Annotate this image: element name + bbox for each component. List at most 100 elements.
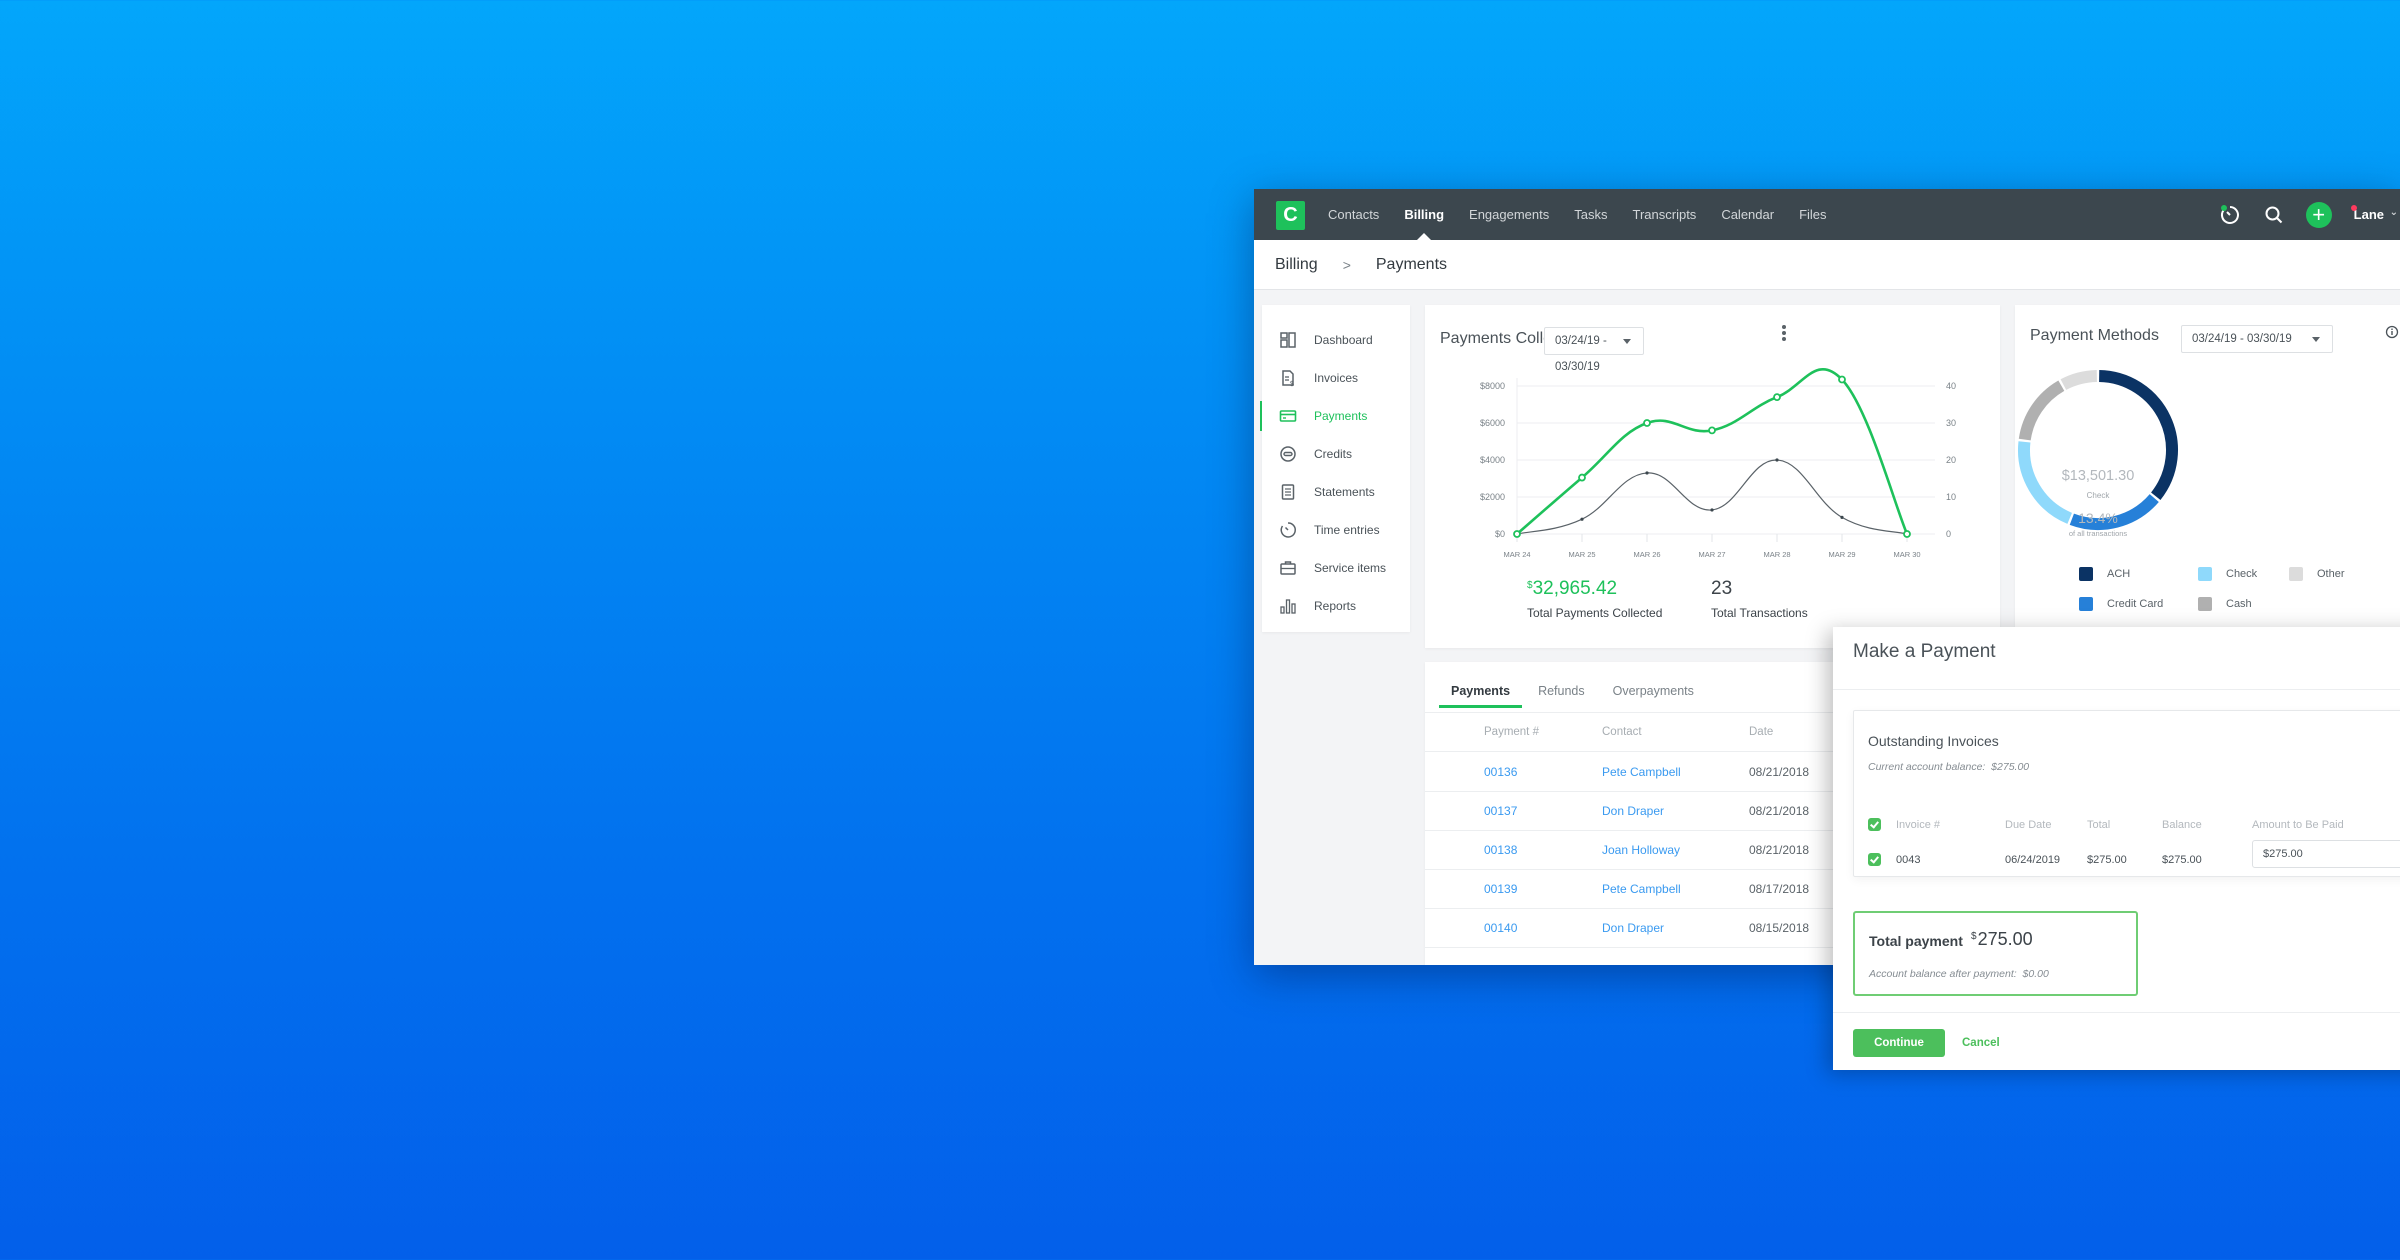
contact-link[interactable]: Pete Campbell (1602, 753, 1681, 792)
payment-date: 08/21/2018 (1749, 804, 1810, 818)
tab-refunds[interactable]: Refunds (1526, 677, 1597, 708)
select-all-checkbox[interactable] (1868, 818, 1881, 831)
contact-link[interactable]: Don Draper (1602, 792, 1664, 831)
stopwatch-icon (1280, 522, 1296, 538)
breadcrumb-billing[interactable]: Billing (1275, 256, 1318, 274)
methods-date-range-select[interactable]: 03/24/19 - 03/30/19 (2181, 325, 2333, 353)
transactions-point (1840, 515, 1844, 519)
amount-to-pay-input[interactable]: $275.00 (2252, 840, 2400, 868)
y-right-tick-label: 30 (1946, 418, 1956, 428)
caret-down-icon (1623, 339, 1631, 344)
sidebar-item-statements[interactable]: Statements (1262, 473, 1410, 511)
modal-title: Make a Payment (1853, 641, 1996, 662)
date-range-value: 03/24/19 - 03/30/19 (2192, 333, 2292, 345)
sidebar-item-reports[interactable]: Reports (1262, 587, 1410, 625)
add-button[interactable]: + (2305, 201, 2332, 228)
nav-files[interactable]: Files (1799, 189, 1826, 240)
contact-link[interactable]: Don Draper (1602, 909, 1664, 948)
table-row[interactable]: 00139 Pete Campbell 08/17/2018 (1425, 870, 1845, 909)
legend-label: Cash (2226, 598, 2252, 610)
donut-slice-other[interactable] (2060, 370, 2098, 391)
payment-methods-title: Payment Methods (2030, 327, 2159, 344)
donut-center-percent: 13.4% (2078, 510, 2118, 526)
contact-link[interactable]: Pete Campbell (1602, 870, 1681, 909)
payments-date-range-select[interactable]: 03/24/19 - 03/30/19 (1544, 327, 1644, 373)
table-row[interactable]: 00137 Don Draper 08/21/2018 (1425, 792, 1845, 831)
sidebar-item-time-entries[interactable]: Time entries (1262, 511, 1410, 549)
svg-text:$: $ (1290, 381, 1294, 387)
table-row[interactable]: 00136 Pete Campbell 08/21/2018 (1425, 753, 1845, 792)
breadcrumb-separator: > (1342, 256, 1351, 273)
col-total: Total (2087, 819, 2111, 831)
donut-slice-cash[interactable] (2018, 380, 2065, 441)
search-icon[interactable] (2262, 203, 2286, 227)
current-balance-label: Current account balance: (1868, 761, 1986, 773)
legend-credit-card: Credit Card (2079, 597, 2163, 611)
tab-payments[interactable]: Payments (1439, 677, 1523, 708)
x-tick-label: MAR 26 (1633, 550, 1660, 559)
legend-ach: ACH (2079, 567, 2130, 581)
col-invoice-number: Invoice # (1896, 819, 1941, 831)
legend-label: Check (2226, 568, 2258, 580)
payment-number-link[interactable]: 00136 (1484, 753, 1517, 792)
table-row[interactable]: 00138 Joan Holloway 08/21/2018 (1425, 831, 1845, 870)
invoice-total: $275.00 (2087, 854, 2127, 866)
legend-swatch (2079, 567, 2093, 581)
col-payment-number[interactable]: Payment # (1484, 713, 1539, 752)
sidebar-label: Payments (1314, 409, 1368, 423)
contact-link[interactable]: Joan Holloway (1602, 831, 1680, 870)
payment-methods-card: Payment Methods 03/24/19 - 03/30/19 $13,… (2015, 305, 2400, 635)
sidebar-item-payments[interactable]: Payments (1260, 397, 1410, 435)
statement-icon (1281, 484, 1295, 500)
app-logo[interactable]: C (1276, 201, 1305, 230)
transactions-point (1710, 508, 1714, 512)
cancel-button[interactable]: Cancel (1962, 1029, 2000, 1057)
y-left-tick-label: $2000 (1480, 492, 1505, 502)
col-contact[interactable]: Contact (1602, 713, 1642, 752)
chevron-down-icon: ⌄ (2389, 207, 2398, 218)
payment-number-link[interactable]: 00138 (1484, 831, 1517, 870)
col-due-date: Due Date (2005, 819, 2052, 831)
tab-overpayments[interactable]: Overpayments (1601, 677, 1706, 708)
y-right-tick-label: 20 (1946, 455, 1956, 465)
more-options-icon[interactable] (1779, 325, 1789, 345)
info-icon[interactable] (2385, 325, 2399, 339)
nav-transcripts[interactable]: Transcripts (1633, 189, 1697, 240)
payments-table-card: Payments Refunds Overpayments Payment # … (1425, 662, 1845, 965)
legend-other: Other (2289, 567, 2345, 581)
briefcase-icon (1280, 561, 1296, 575)
invoice-checkbox[interactable] (1868, 853, 1881, 866)
payment-number-link[interactable]: 00139 (1484, 870, 1517, 909)
sidebar-item-credits[interactable]: Credits (1262, 435, 1410, 473)
total-amount: 32,965.42 (1532, 578, 1618, 599)
legend-label: ACH (2107, 568, 2131, 580)
nav-contacts[interactable]: Contacts (1328, 189, 1379, 240)
legend-label: Other (2317, 568, 2345, 580)
user-name: Lane (2353, 207, 2384, 222)
balance-after-value: $0.00 (2022, 968, 2049, 980)
donut-center-method: Check (2086, 491, 2110, 500)
user-menu[interactable]: Lane ⌄ (2350, 205, 2400, 222)
legend-swatch (2079, 597, 2093, 611)
nav-items: Contacts Billing Engagements Tasks Trans… (1328, 189, 1852, 240)
sidebar-item-invoices[interactable]: $ Invoices (1262, 359, 1410, 397)
sidebar-item-dashboard[interactable]: Dashboard (1262, 321, 1410, 359)
sidebar-label: Invoices (1314, 371, 1359, 385)
y-left-tick-label: $4000 (1480, 455, 1505, 465)
payment-number-link[interactable]: 00140 (1484, 909, 1517, 948)
sidebar-item-service-items[interactable]: Service items (1262, 549, 1410, 587)
y-left-tick-label: $0 (1495, 529, 1505, 539)
legend-check: Check (2198, 567, 2257, 581)
total-transactions-value: 23 (1711, 578, 1733, 599)
nav-calendar[interactable]: Calendar (1721, 189, 1774, 240)
timer-icon[interactable] (2218, 203, 2242, 227)
x-tick-label: MAR 28 (1763, 550, 1790, 559)
table-row[interactable]: 00140 Don Draper 08/15/2018 (1425, 909, 1845, 948)
total-payment-amount: 275.00 (1977, 929, 2033, 949)
nav-engagements[interactable]: Engagements (1469, 189, 1549, 240)
col-date[interactable]: Date (1749, 713, 1773, 752)
continue-button[interactable]: Continue (1853, 1029, 1945, 1057)
nav-tasks[interactable]: Tasks (1574, 189, 1607, 240)
nav-billing[interactable]: Billing (1404, 189, 1444, 240)
payment-number-link[interactable]: 00137 (1484, 792, 1517, 831)
